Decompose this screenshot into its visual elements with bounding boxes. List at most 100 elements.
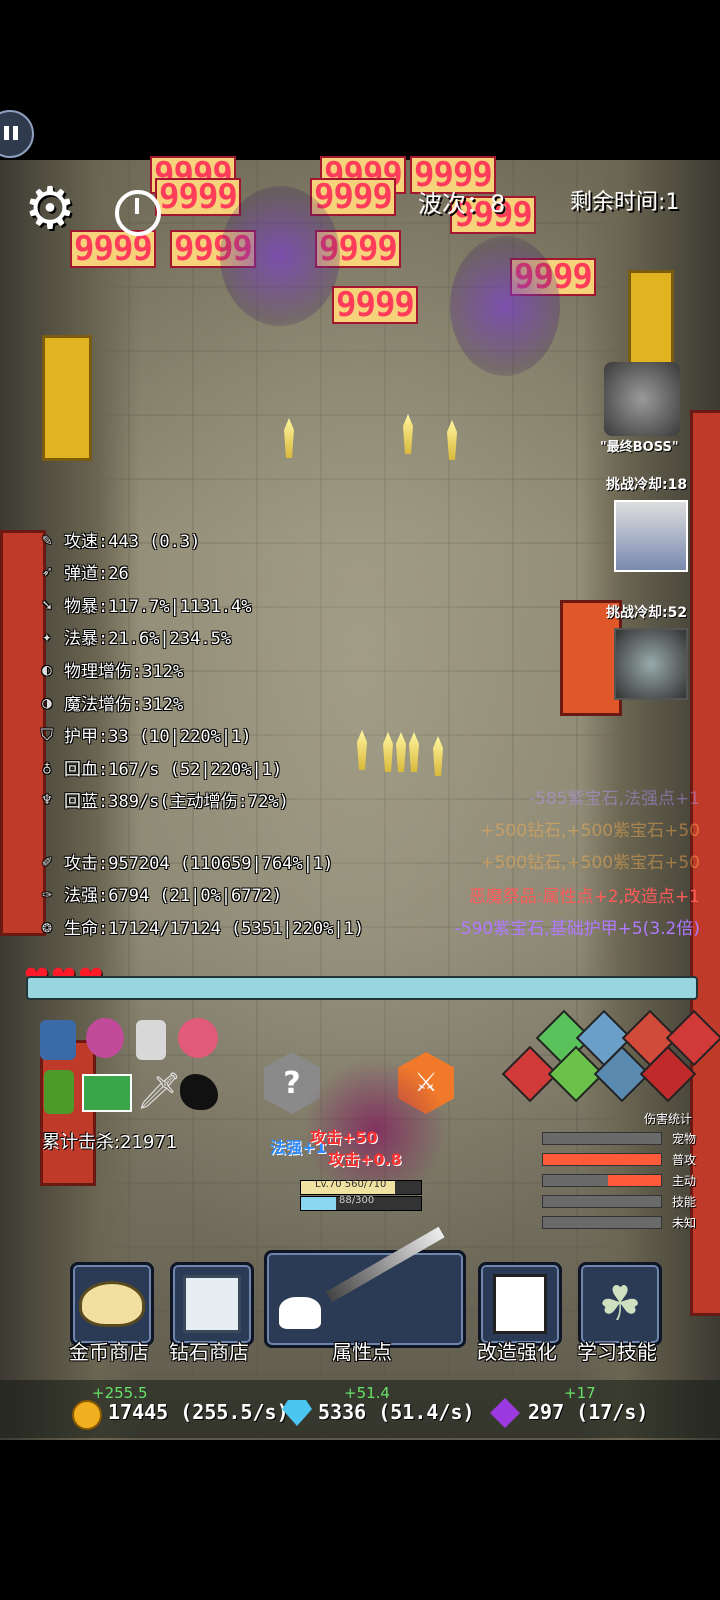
yellow-banner-left [42,335,92,461]
stat-row: ♁ 回血:167/s (52|220%|1) [36,752,282,782]
diamond-amount: 5336 (51.4/s) [318,1400,475,1424]
attack-speed-icon: ✎ [42,529,52,549]
xp-bar: Lv.70 560/710 [300,1179,422,1195]
damage-bar-fill [607,1175,661,1186]
gem-amount: 297 (17/s) [528,1400,649,1424]
stat-text: 护甲:33 (10|220%|1) [64,727,252,748]
cat-face-icon [493,1274,547,1334]
final-boss-label: "最终BOSS" [600,440,679,455]
gold-ingot-icon [79,1281,145,1327]
stat-text: 攻击:957204 (110659|764%|1) [64,853,334,874]
gold-shop-button[interactable] [70,1262,154,1346]
pet-icon[interactable] [40,1020,76,1060]
stat-row: ➘ 物暴:117.7%|1131.4% [36,589,252,619]
pet-icon[interactable] [86,1018,124,1058]
log-line: +500钻石,+500紫宝石+50 [480,821,700,841]
stat-text: 物暴:117.7%|1131.4% [64,596,252,617]
phys-dmg-icon: ◐ [42,659,52,679]
stat-text: 魔法增伤:312% [64,694,184,715]
damage-number: 9999 [70,230,156,268]
stat-row: ⛉ 护甲:33 (10|220%|1) [36,720,252,750]
phys-crit-icon: ➘ [42,594,52,614]
damage-bar [542,1132,662,1145]
diamond-shop-button[interactable] [170,1262,254,1346]
stat-row: ◑ 魔法增伤:312% [36,687,183,717]
stat-row: ✑ 法强:6794 (21|0%|6772) [36,879,282,909]
stat-text: 回蓝:389/s(主动增伤:72%) [64,792,289,813]
float-bubble[interactable] [0,110,34,158]
stat-row: ✐ 攻击:957204 (110659|764%|1) [36,846,333,876]
mana-text: 88/300 [339,1195,375,1206]
trajectory-icon: ➶ [42,562,52,582]
stat-text: 回血:167/s (52|220%|1) [64,759,283,780]
stat-row: ➶ 弹道:26 [36,557,129,587]
magic-crit-icon: ✦ [42,627,52,647]
pet-icon[interactable] [178,1018,218,1058]
sword-item-icon[interactable]: 🗡 [136,1070,182,1112]
stat-row: ✎ 攻速:443 (0.3) [36,524,200,554]
damage-bar [542,1153,662,1166]
damage-number: 9999 [332,286,418,324]
mp-regen-icon: ♆ [42,790,52,810]
damage-bar-fill [543,1154,661,1165]
learn-skill-label: 学习技能 [577,1340,657,1364]
stat-text: 法暴:21.6%|234.5% [64,629,232,650]
damage-bar-label: 主动 [672,1174,697,1188]
stat-text: 弹道:26 [64,564,129,585]
stopwatch-icon[interactable] [115,190,161,236]
stat-text: 攻速:443 (0.3) [64,531,201,552]
item-box-icon[interactable] [82,1074,132,1112]
attack-icon: ✐ [42,851,52,871]
reform-button[interactable] [478,1262,562,1346]
attribute-points-label: 属性点 [332,1340,392,1364]
log-line: 恶魔祭品:属性点+2,改造点+1 [468,887,700,907]
potion-icon[interactable] [44,1070,74,1114]
damage-bar [542,1195,662,1208]
damage-bar [542,1174,662,1187]
damage-numbers: 9999 9999 9999 9999 9999 9999 9999 9999 … [70,156,640,376]
attribute-points-button[interactable] [264,1226,466,1348]
hp-regen-icon: ♁ [42,757,52,777]
boss1-cooldown: 挑战冷却:18 [606,477,688,493]
stat-row: ❂ 生命:17124/17124 (5351|220%|1) [36,911,364,941]
damage-bar-label: 技能 [672,1195,697,1209]
stat-row: ✦ 法暴:21.6%|234.5% [36,622,231,652]
damage-bar-label: 普攻 [672,1153,697,1167]
diamond-block-icon [183,1275,241,1333]
skeleton-pet-icon[interactable] [136,1020,166,1060]
damage-bar-label: 宠物 [672,1132,697,1146]
stat-text: 法强:6794 (21|0%|6772) [64,886,283,907]
stat-text: 生命:17124/17124 (5351|220%|1) [64,918,365,939]
final-boss-portrait[interactable] [604,362,680,436]
boss2-cooldown: 挑战冷却:52 [606,605,688,621]
enemy-sprite [220,186,340,326]
damage-bar-label: 未知 [672,1216,697,1230]
learn-skill-button[interactable]: ☘ [578,1262,662,1346]
clover-icon: ☘ [598,1276,642,1332]
diamond-shop-label: 钻石商店 [169,1340,249,1364]
xp-text: Lv.70 560/710 [315,1179,387,1190]
stat-row: ◐ 物理增伤:312% [36,654,183,684]
gold-coin-icon [72,1400,102,1430]
log-line: -585紫宝石,法强点+1 [528,789,700,809]
armor-icon: ⛉ [40,724,53,744]
wave-label: 波次：8 [418,190,506,218]
log-line: +500钻石,+500紫宝石+50 [480,853,700,873]
boss2-portrait[interactable] [614,628,688,700]
settings-gear-icon[interactable]: ⚙ [20,174,80,242]
float-text: 攻击+50 [310,1128,378,1147]
kill-counter: 累计击杀:21971 [42,1132,178,1153]
cat-icon [279,1297,321,1329]
float-text: 攻击+0.8 [328,1150,402,1169]
time-remaining: 剩余时间:1 [570,190,680,215]
health-bar [26,976,698,1000]
gold-amount: 17445 (255.5/s) [108,1400,289,1424]
magic-power-icon: ✑ [42,884,52,904]
boss1-portrait[interactable] [614,500,688,572]
mana-bar: 88/300 [300,1195,422,1211]
damage-bar [542,1216,662,1229]
life-icon: ❂ [42,916,52,936]
magic-dmg-icon: ◑ [42,692,52,712]
enemy-sprite [450,236,560,376]
stat-text: 物理增伤:312% [64,661,184,682]
